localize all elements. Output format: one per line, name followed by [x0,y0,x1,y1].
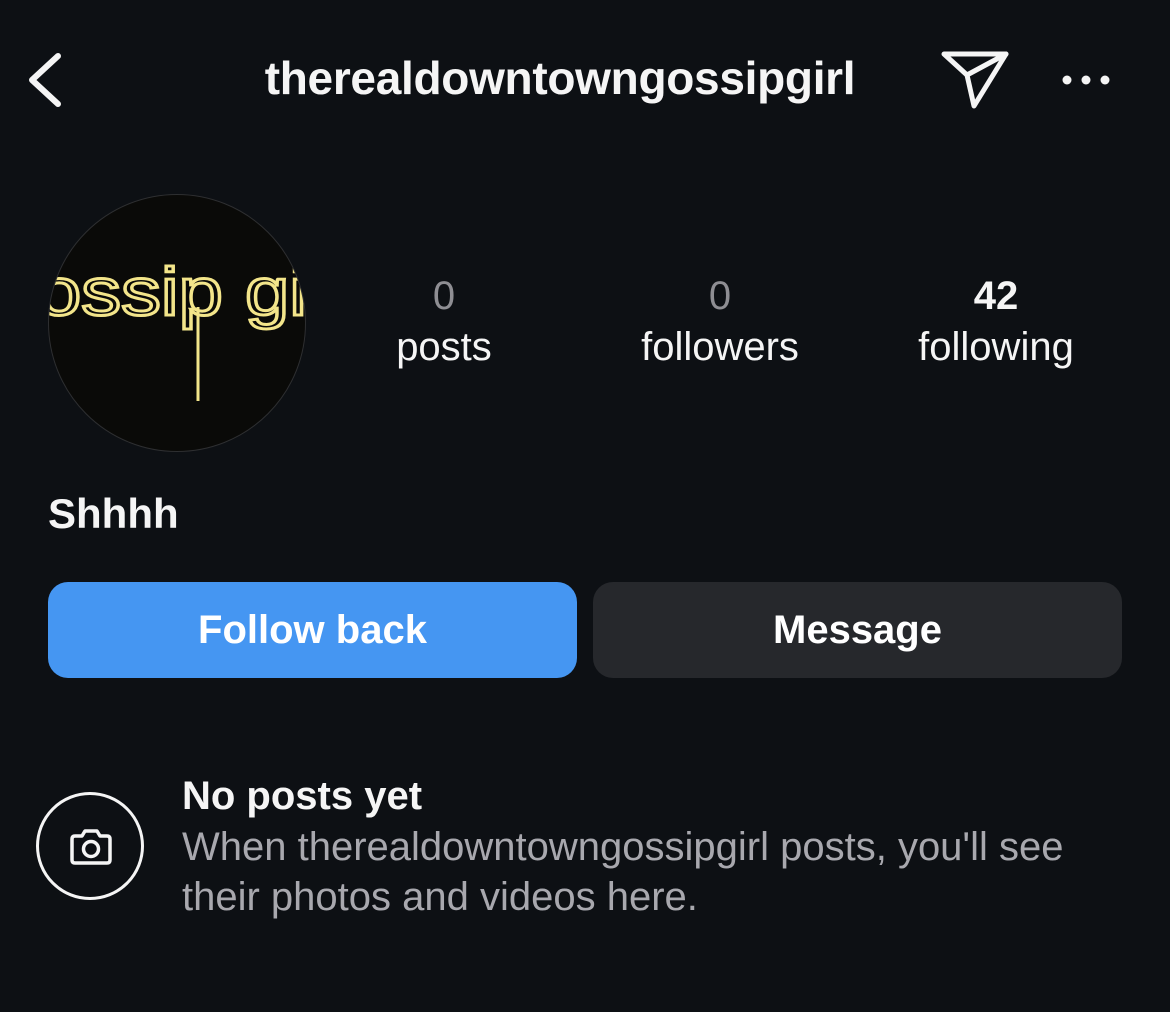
empty-state-text: When therealdowntowngossipgirl posts, yo… [182,825,1064,919]
more-horizontal-icon [1062,75,1110,85]
empty-state-title: No posts yet [182,774,423,818]
followers-label: followers [641,325,799,369]
posts-count: 0 [432,274,456,318]
following-label: following [918,325,1074,369]
profile-bio: Shhhh [48,490,179,537]
posts-label: posts [396,325,492,369]
paper-plane-icon [941,51,1009,109]
send-button[interactable] [938,46,1012,112]
gossip-girl-logo: ossip gi [49,253,306,401]
back-button[interactable] [22,48,72,112]
more-options-button[interactable] [1058,58,1114,102]
empty-state-icon-circle [36,792,144,900]
camera-icon [70,829,112,865]
profile-page: therealdowntowngossipgirl ossip gi 0 pos… [0,0,1170,1012]
following-count: 42 [973,274,1019,318]
profile-username: therealdowntowngossipgirl [264,52,856,104]
follow-back-button[interactable]: Follow back [48,582,577,678]
profile-header: therealdowntowngossipgirl [0,0,1170,160]
followers-count: 0 [708,274,732,318]
posts-stat[interactable]: 0 posts [314,270,574,372]
followers-stat[interactable]: 0 followers [590,270,850,372]
avatar[interactable]: ossip gi [48,194,306,452]
following-stat[interactable]: 42 following [866,270,1126,372]
svg-text:ossip gi: ossip gi [49,254,306,330]
chevron-left-icon [29,53,61,107]
message-button[interactable]: Message [593,582,1122,678]
